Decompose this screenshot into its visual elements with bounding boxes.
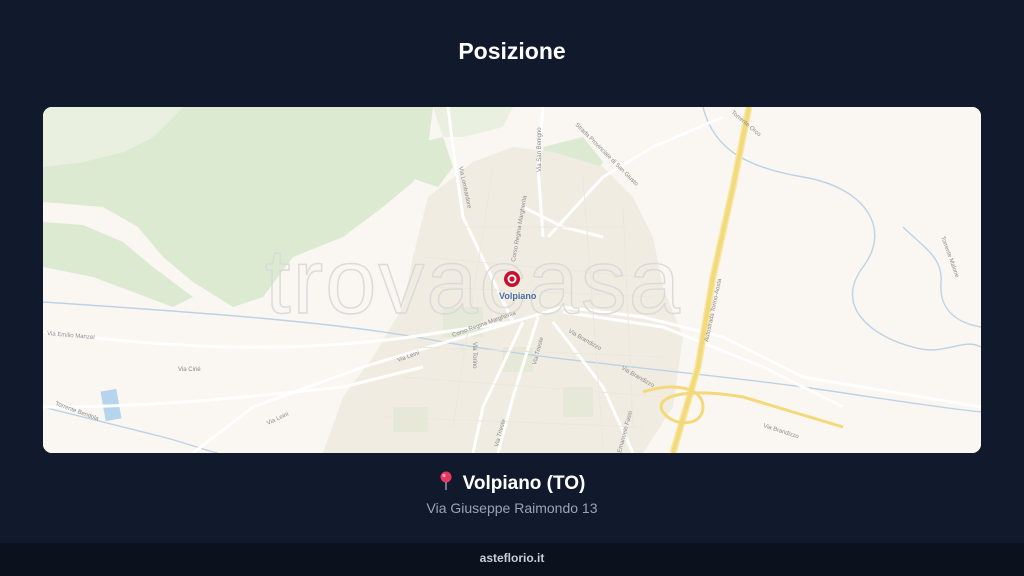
page-title: Posizione bbox=[458, 38, 566, 64]
location-line: Volpiano (TO) bbox=[0, 471, 1024, 497]
map[interactable]: Via Lombardore Via San Benigno Strada Pr… bbox=[43, 107, 981, 453]
watermark: trovacasa bbox=[265, 231, 682, 333]
round-pushpin-icon bbox=[439, 471, 453, 497]
footer: asteflorio.it bbox=[0, 543, 1024, 576]
place-label: Volpiano bbox=[499, 291, 537, 301]
map-marker-icon[interactable] bbox=[504, 271, 520, 287]
location-address: Via Giuseppe Raimondo 13 bbox=[426, 500, 598, 516]
street-label: Via Cirié bbox=[178, 367, 201, 373]
map-canvas: Via Lombardore Via San Benigno Strada Pr… bbox=[43, 107, 981, 453]
footer-site-link[interactable]: asteflorio.it bbox=[480, 551, 545, 565]
street-label: Via San Benigno bbox=[537, 127, 543, 172]
location-city: Volpiano (TO) bbox=[462, 473, 586, 494]
street-label: Via Torino bbox=[471, 342, 477, 369]
